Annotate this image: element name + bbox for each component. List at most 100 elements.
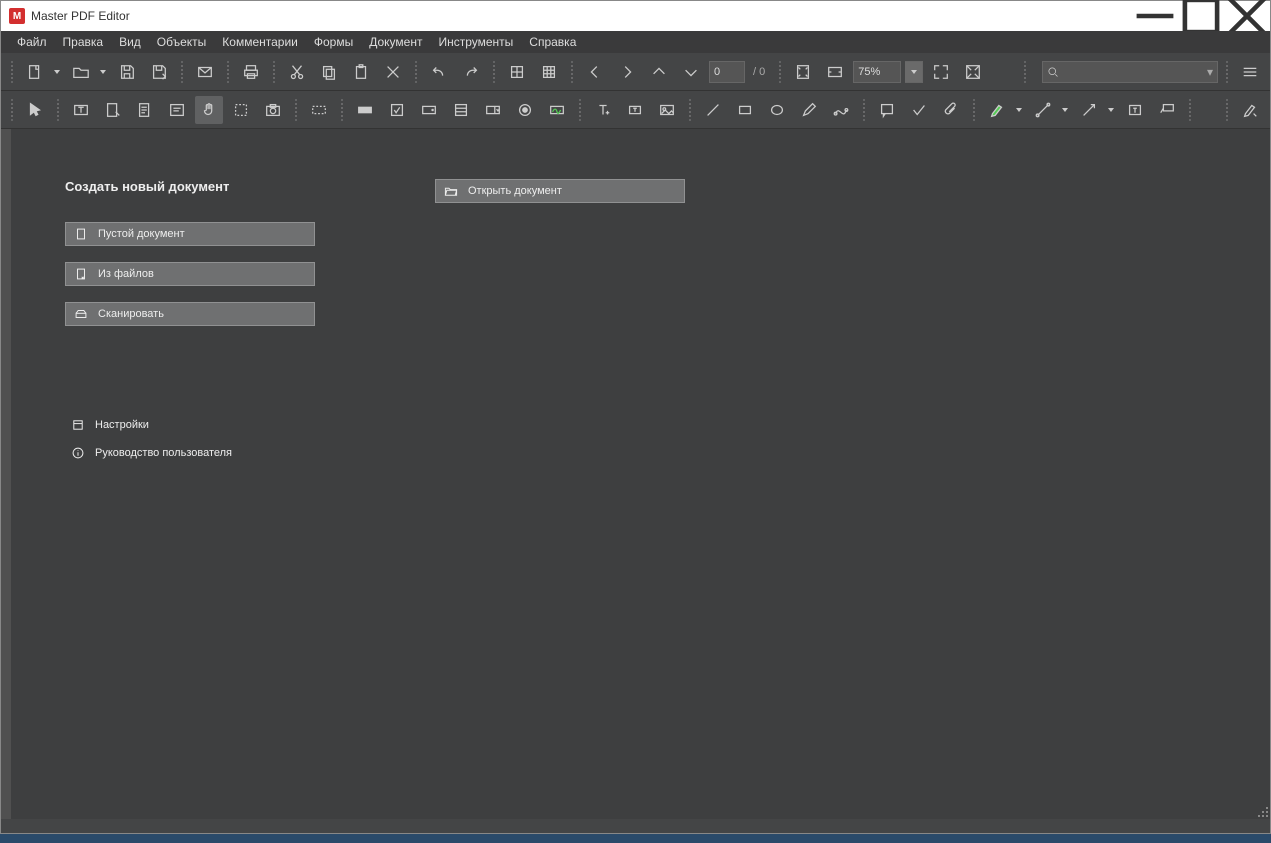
- fit-width-button[interactable]: [821, 58, 849, 86]
- search-input[interactable]: [1063, 66, 1203, 78]
- toolbar-grip-icon: [55, 98, 61, 122]
- highlight-tool-button[interactable]: [983, 96, 1011, 124]
- zoom-dropdown[interactable]: [905, 61, 923, 83]
- delete-button[interactable]: [379, 58, 407, 86]
- actual-size-button[interactable]: [927, 58, 955, 86]
- user-guide-link[interactable]: Руководство пользователя: [65, 446, 315, 460]
- ellipse-tool-button[interactable]: [763, 96, 791, 124]
- cut-button[interactable]: [283, 58, 311, 86]
- status-bar: [1, 819, 1270, 833]
- new-document-dropdown[interactable]: [51, 70, 63, 74]
- snapshot-tool-button[interactable]: [259, 96, 287, 124]
- open-dropdown[interactable]: [97, 70, 109, 74]
- zoom-value[interactable]: 75%: [853, 61, 901, 83]
- hamburger-menu-button[interactable]: [1236, 58, 1264, 86]
- print-button[interactable]: [237, 58, 265, 86]
- close-button[interactable]: [1224, 1, 1270, 31]
- menu-document[interactable]: Документ: [361, 33, 430, 51]
- insert-text-button[interactable]: [589, 96, 617, 124]
- scan-button[interactable]: Сканировать: [65, 302, 315, 326]
- menu-view[interactable]: Вид: [111, 33, 149, 51]
- email-button[interactable]: [191, 58, 219, 86]
- toolbar-grip-icon: [777, 60, 783, 84]
- combobox-field-button[interactable]: [415, 96, 443, 124]
- insert-text-box-button[interactable]: [621, 96, 649, 124]
- paste-button[interactable]: [347, 58, 375, 86]
- pointer-tool-button[interactable]: [21, 96, 49, 124]
- edit-forms-tool-button[interactable]: [131, 96, 159, 124]
- callout-button[interactable]: [1153, 96, 1181, 124]
- hand-tool-button[interactable]: [195, 96, 223, 124]
- fullscreen-button[interactable]: [959, 58, 987, 86]
- highlight-dropdown[interactable]: [1013, 108, 1025, 112]
- button-field-button[interactable]: [351, 96, 379, 124]
- menu-objects[interactable]: Объекты: [149, 33, 215, 51]
- from-files-button[interactable]: Из файлов: [65, 262, 315, 286]
- line-annotation-button[interactable]: [1029, 96, 1057, 124]
- minimize-button[interactable]: [1132, 1, 1178, 31]
- menu-edit[interactable]: Правка: [55, 33, 112, 51]
- listbox-field-button[interactable]: [447, 96, 475, 124]
- curve-tool-button[interactable]: [827, 96, 855, 124]
- open-button[interactable]: [67, 58, 95, 86]
- page-total-label: / 0: [753, 66, 765, 78]
- toolbar-grip-icon: [577, 98, 583, 122]
- menu-help[interactable]: Справка: [521, 33, 584, 51]
- text-field-button[interactable]: [305, 96, 333, 124]
- menu-tools[interactable]: Инструменты: [430, 33, 521, 51]
- marquee-tool-button[interactable]: [227, 96, 255, 124]
- arrow-annotation-dropdown[interactable]: [1105, 108, 1117, 112]
- checkmark-button[interactable]: [905, 96, 933, 124]
- checkbox-field-button[interactable]: [383, 96, 411, 124]
- main-area: Создать новый документ Пустой документ И…: [1, 129, 1270, 819]
- toolbar-grip-icon: [971, 98, 977, 122]
- fit-page-button[interactable]: [789, 58, 817, 86]
- blank-document-button[interactable]: Пустой документ: [65, 222, 315, 246]
- search-box[interactable]: ▾: [1042, 61, 1218, 83]
- snap-grid-button[interactable]: [535, 58, 563, 86]
- open-document-button[interactable]: Открыть документ: [435, 179, 685, 203]
- new-document-button[interactable]: [21, 58, 49, 86]
- sticky-note-button[interactable]: [873, 96, 901, 124]
- radio-field-button[interactable]: [511, 96, 539, 124]
- toolbar-grip-icon: [9, 60, 15, 84]
- scanner-icon: [74, 307, 88, 321]
- rectangle-tool-button[interactable]: [731, 96, 759, 124]
- copy-button[interactable]: [315, 58, 343, 86]
- maximize-button[interactable]: [1178, 1, 1224, 31]
- grid-button[interactable]: [503, 58, 531, 86]
- attachment-button[interactable]: [937, 96, 965, 124]
- line-annotation-dropdown[interactable]: [1059, 108, 1071, 112]
- dropdown-field-button[interactable]: [479, 96, 507, 124]
- arrow-annotation-button[interactable]: [1075, 96, 1103, 124]
- pencil-tool-button[interactable]: [795, 96, 823, 124]
- search-icon: [1047, 66, 1059, 78]
- page-up-button[interactable]: [645, 58, 673, 86]
- toolbar-secondary: [1, 91, 1270, 129]
- page-number-input[interactable]: [709, 61, 745, 83]
- redo-button[interactable]: [457, 58, 485, 86]
- save-button[interactable]: [113, 58, 141, 86]
- next-page-button[interactable]: [613, 58, 641, 86]
- left-panel-tab[interactable]: [1, 129, 11, 819]
- save-as-button[interactable]: [145, 58, 173, 86]
- sign-button[interactable]: [1236, 96, 1264, 124]
- insert-image-button[interactable]: [653, 96, 681, 124]
- edit-text-tool-button[interactable]: [67, 96, 95, 124]
- menu-file[interactable]: Файл: [9, 33, 55, 51]
- prev-page-button[interactable]: [581, 58, 609, 86]
- resize-grip-icon[interactable]: [1256, 805, 1268, 817]
- signature-field-button[interactable]: [543, 96, 571, 124]
- app-logo-icon: M: [9, 8, 25, 24]
- line-tool-button[interactable]: [699, 96, 727, 124]
- settings-link[interactable]: Настройки: [65, 418, 315, 432]
- chevron-down-icon[interactable]: ▾: [1207, 65, 1213, 79]
- text-markup-button[interactable]: [1121, 96, 1149, 124]
- edit-document-tool-button[interactable]: [99, 96, 127, 124]
- page-down-button[interactable]: [677, 58, 705, 86]
- undo-button[interactable]: [425, 58, 453, 86]
- menubar: Файл Правка Вид Объекты Комментарии Форм…: [1, 31, 1270, 53]
- menu-comments[interactable]: Комментарии: [214, 33, 306, 51]
- menu-forms[interactable]: Формы: [306, 33, 361, 51]
- select-text-tool-button[interactable]: [163, 96, 191, 124]
